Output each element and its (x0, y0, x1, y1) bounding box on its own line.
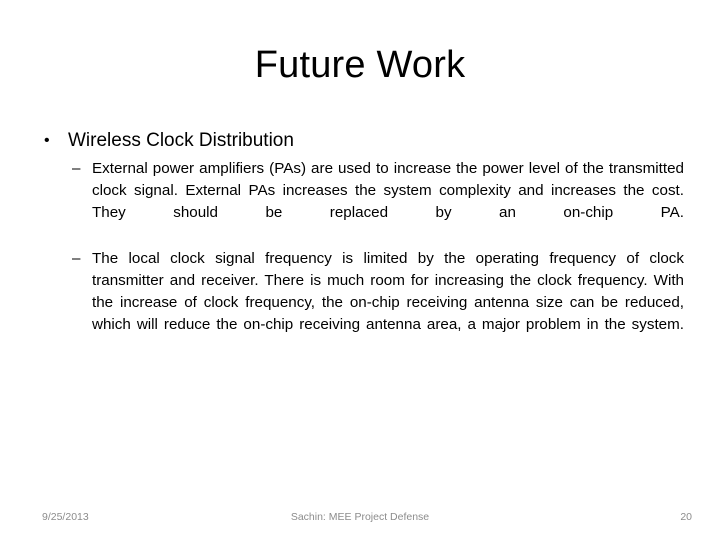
dash-marker-icon: – (72, 160, 81, 177)
bullet-level2: – External power amplifiers (PAs) are us… (36, 158, 684, 246)
bullet-level2-text: External power amplifiers (PAs) are used… (92, 160, 684, 221)
page-title: Future Work (254, 44, 466, 86)
slide-body: • Wireless Clock Distribution – External… (36, 128, 684, 358)
bullet-level1-label: Wireless Clock Distribution (68, 130, 294, 151)
dash-marker-icon: – (72, 250, 81, 267)
bullet-level1: • Wireless Clock Distribution (36, 128, 684, 154)
footer-page-number: 20 (680, 511, 692, 523)
bullet-level2-text: The local clock signal frequency is limi… (92, 250, 684, 333)
footer-presentation-title: Sachin: MEE Project Defense (290, 511, 430, 523)
slide: Future Work • Wireless Clock Distributio… (0, 0, 720, 540)
footer-date: 9/25/2013 (42, 511, 89, 523)
bullet-dot-icon: • (44, 132, 50, 149)
bullet-level2: – The local clock signal frequency is li… (36, 248, 684, 358)
